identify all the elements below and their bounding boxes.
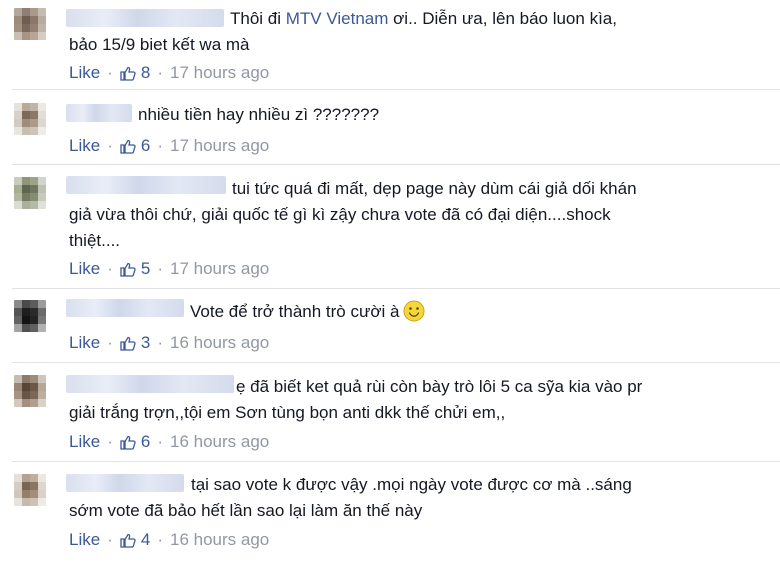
like-link[interactable]: Like <box>69 333 100 353</box>
comment-text-body: Vote để trở thành trò cười à <box>190 302 400 321</box>
comment-meta: Like · 3 · 16 hours ago <box>69 333 269 353</box>
separator-dot: · <box>157 530 163 549</box>
comment-timestamp[interactable]: 17 hours ago <box>170 63 269 83</box>
comment-text-line-1: ẹ đã biết ket quả rùi còn bày trò lôi 5 … <box>236 377 643 396</box>
separator-dot: · <box>107 63 113 82</box>
comment-meta: Like · 8 · 17 hours ago <box>69 63 269 83</box>
smile-emoji-icon <box>403 300 425 322</box>
comment-timestamp[interactable]: 17 hours ago <box>170 136 269 156</box>
comment-meta: Like · 6 · 17 hours ago <box>69 136 269 156</box>
comment-meta: Like · 6 · 16 hours ago <box>69 432 269 452</box>
avatar[interactable] <box>14 103 46 135</box>
like-link[interactable]: Like <box>69 259 100 279</box>
comment-text-line-2: sớm vote đã bảo hết lần sao lại làm ăn t… <box>69 501 423 520</box>
avatar[interactable] <box>14 8 46 40</box>
avatar[interactable] <box>14 300 46 332</box>
commenter-name-redacted[interactable] <box>66 9 224 27</box>
divider <box>12 288 780 289</box>
separator-dot: · <box>157 63 163 82</box>
thumbs-up-icon[interactable] <box>120 434 136 450</box>
like-count[interactable]: 5 <box>141 259 150 279</box>
commenter-name-redacted[interactable] <box>66 176 226 194</box>
like-count[interactable]: 4 <box>141 530 150 550</box>
separator-dot: · <box>157 136 163 155</box>
separator-dot: · <box>157 432 163 451</box>
comment-text-line-3: thiệt.... <box>69 231 121 250</box>
comment-text-line-1: Thôi đi MTV Vietnam ơi.. Diễn ưa, lên bá… <box>230 6 760 32</box>
divider <box>12 89 780 90</box>
like-count[interactable]: 3 <box>141 333 150 353</box>
like-count[interactable]: 8 <box>141 63 150 83</box>
avatar[interactable] <box>14 474 46 506</box>
comment-text-line-2: giải trắng trợn,,tội em Sơn tùng bọn ant… <box>69 403 506 422</box>
separator-dot: · <box>157 259 163 278</box>
separator-dot: · <box>107 259 113 278</box>
divider <box>12 461 780 462</box>
comment-timestamp[interactable]: 16 hours ago <box>170 432 269 452</box>
separator-dot: · <box>107 333 113 352</box>
comment-meta: Like · 4 · 16 hours ago <box>69 530 269 550</box>
separator-dot: · <box>107 530 113 549</box>
like-link[interactable]: Like <box>69 530 100 550</box>
divider <box>12 164 780 165</box>
avatar[interactable] <box>14 375 46 407</box>
thumbs-up-icon[interactable] <box>120 532 136 548</box>
separator-dot: · <box>157 333 163 352</box>
thumbs-up-icon[interactable] <box>120 261 136 277</box>
commenter-name-redacted[interactable] <box>66 474 184 492</box>
separator-dot: · <box>107 136 113 155</box>
comment-text: nhiều tiền hay nhiều zì ??????? <box>138 105 380 124</box>
comment-text-line-2: bảo 15/9 biet kết wa mà <box>69 35 250 54</box>
thumbs-up-icon[interactable] <box>120 138 136 154</box>
comment-timestamp[interactable]: 17 hours ago <box>170 259 269 279</box>
commenter-name-redacted[interactable] <box>66 299 184 317</box>
like-link[interactable]: Like <box>69 432 100 452</box>
thumbs-up-icon[interactable] <box>120 335 136 351</box>
comment-text-line-1: tại sao vote k được vậy .mọi ngày vote đ… <box>191 475 632 494</box>
like-link[interactable]: Like <box>69 63 100 83</box>
commenter-name-redacted[interactable] <box>66 375 234 393</box>
comment-text: Thôi đi <box>230 9 286 28</box>
comment-text: ơi.. Diễn ưa, lên báo luon kìa, <box>388 9 617 28</box>
comment-text-line-2: giả vừa thôi chứ, giải quốc tế gì kì zậy… <box>69 205 611 224</box>
separator-dot: · <box>107 432 113 451</box>
avatar[interactable] <box>14 177 46 209</box>
commenter-name-redacted[interactable] <box>66 104 132 122</box>
comment-timestamp[interactable]: 16 hours ago <box>170 333 269 353</box>
mention-link[interactable]: MTV Vietnam <box>286 9 389 28</box>
comment-meta: Like · 5 · 17 hours ago <box>69 259 269 279</box>
like-count[interactable]: 6 <box>141 136 150 156</box>
like-link[interactable]: Like <box>69 136 100 156</box>
comment-text-line-1: tui tức quá đi mất, dẹp page này dùm cái… <box>232 179 637 198</box>
comment-timestamp[interactable]: 16 hours ago <box>170 530 269 550</box>
thumbs-up-icon[interactable] <box>120 65 136 81</box>
like-count[interactable]: 6 <box>141 432 150 452</box>
divider <box>12 362 780 363</box>
comment-text: Vote để trở thành trò cười à <box>190 299 760 325</box>
comment-list: Thôi đi MTV Vietnam ơi.. Diễn ưa, lên bá… <box>0 0 780 562</box>
